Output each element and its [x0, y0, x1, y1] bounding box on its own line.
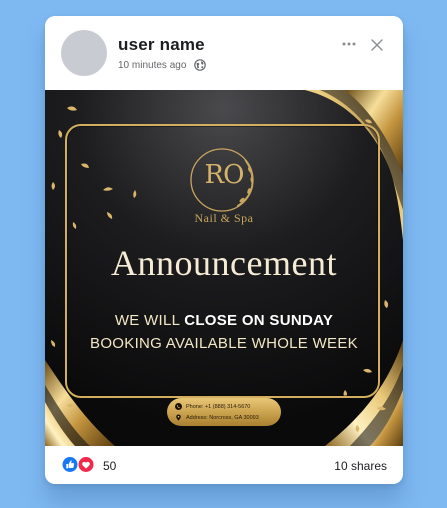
address-row: Address: Norcross, GA 30093	[175, 414, 259, 421]
logo-monogram: RO	[204, 160, 245, 190]
shares-count[interactable]: 10 shares	[334, 459, 387, 473]
post-meta: 10 minutes ago	[118, 59, 207, 71]
user-name[interactable]: user name	[118, 35, 205, 55]
globe-icon	[194, 59, 207, 71]
announcement-headline: Announcement	[111, 243, 337, 283]
closing-notice-prefix: WE WILL	[114, 312, 185, 329]
love-icon	[77, 456, 95, 473]
post-footer: 50 10 shares	[45, 446, 403, 484]
address-text: Address: Norcross, GA 30093	[186, 414, 259, 421]
booking-notice: BOOKING AVAILABLE WHOLE WEEK	[90, 335, 358, 352]
like-icon	[61, 456, 79, 473]
closing-notice: WE WILL CLOSE ON SUNDAY	[45, 312, 403, 329]
post-card: user name 10 minutes ago RO Nail & Spa A…	[45, 16, 403, 484]
post-time[interactable]: 10 minutes ago	[118, 60, 186, 71]
phone-text: Phone: +1 (888) 314-5670	[186, 403, 251, 410]
closing-notice-emphasis: CLOSE ON SUNDAY	[184, 312, 334, 329]
phone-row: Phone: +1 (888) 314-5670	[175, 403, 250, 410]
more-horizontal-icon[interactable]	[341, 40, 357, 48]
post-image[interactable]: RO Nail & Spa Announcement WE WILL CLOSE…	[45, 90, 403, 446]
reactions-summary[interactable]	[61, 456, 95, 473]
avatar[interactable]	[61, 30, 107, 76]
contact-pill: Phone: +1 (888) 314-5670 Address: Norcro…	[167, 398, 281, 426]
phone-icon	[175, 403, 182, 410]
close-icon[interactable]	[371, 39, 383, 51]
logo-tagline: Nail & Spa	[194, 211, 254, 225]
location-pin-icon	[176, 414, 181, 421]
reaction-count[interactable]: 50	[103, 459, 116, 473]
